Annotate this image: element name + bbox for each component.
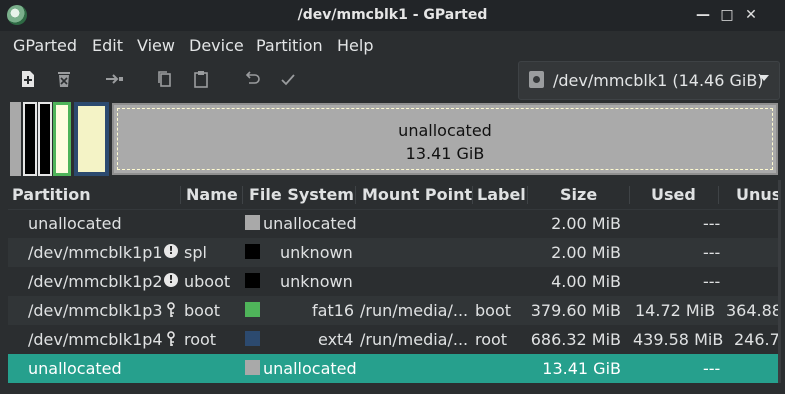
warning-icon: !: [164, 244, 178, 258]
label-cell: root: [475, 330, 508, 349]
window-title: /dev/mmcblk1 - GParted: [297, 7, 488, 23]
name-cell: root: [184, 330, 217, 349]
col-file-system[interactable]: File System: [249, 185, 354, 204]
partition-map: unallocated 13.41 GiB: [8, 102, 778, 176]
partition-cell: /dev/mmcblk1p4: [28, 330, 163, 349]
title-bar: /dev/mmcblk1 - GParted — □ ✕: [0, 0, 785, 31]
mount-cell: /run/media/...: [360, 301, 469, 320]
partition-cell: unallocated: [28, 359, 122, 378]
name-cell: boot: [184, 301, 221, 320]
partition-table-header: Partition Name File System Mount Point L…: [8, 180, 781, 210]
map-unallocated-size: 13.41 GiB: [405, 144, 485, 163]
fs-color-swatch: [245, 215, 260, 230]
partition-cell: /dev/mmcblk1p2: [28, 272, 163, 291]
name-cell: uboot: [184, 272, 231, 291]
table-row[interactable]: /dev/mmcblk1p4 root ext4 /run/media/... …: [8, 325, 778, 354]
close-button[interactable]: ✕: [741, 5, 761, 25]
menu-view[interactable]: View: [137, 36, 175, 55]
maximize-button[interactable]: □: [717, 5, 737, 25]
used-cell: ---: [703, 272, 721, 291]
name-cell: spl: [184, 243, 207, 262]
undo-icon[interactable]: [241, 68, 263, 90]
size-cell: 379.60 MiB: [530, 301, 621, 320]
used-cell: ---: [703, 359, 721, 378]
menu-partition[interactable]: Partition: [256, 36, 323, 55]
partition-cell: /dev/mmcblk1p1: [28, 243, 163, 262]
fs-color-swatch: [245, 273, 260, 288]
used-cell: ---: [703, 214, 721, 233]
size-cell: 2.00 MiB: [551, 214, 621, 233]
fs-cell: ext4: [318, 330, 354, 349]
size-cell: 13.41 GiB: [542, 359, 621, 378]
fs-cell: unallocated: [263, 359, 357, 378]
fs-cell: unallocated: [263, 214, 357, 233]
size-cell: 4.00 MiB: [551, 272, 621, 291]
menu-device[interactable]: Device: [189, 36, 244, 55]
menu-bar: GParted Edit View Device Partition Help: [0, 31, 785, 60]
col-used[interactable]: Used: [651, 185, 696, 204]
map-segment-p1[interactable]: [23, 102, 37, 176]
label-cell: boot: [475, 301, 512, 320]
fs-color-swatch: [245, 302, 260, 317]
menu-help[interactable]: Help: [337, 36, 373, 55]
map-segment-unallocated-start[interactable]: [10, 102, 21, 176]
disk-icon: [529, 71, 544, 88]
device-selector-label: /dev/mmcblk1 (14.46 GiB): [553, 71, 764, 90]
unused-cell: 364.88: [726, 301, 778, 320]
vertical-scrollbar[interactable]: [778, 180, 781, 383]
table-row[interactable]: /dev/mmcblk1p2 ! uboot unknown 4.00 MiB …: [8, 267, 778, 296]
menu-gparted[interactable]: GParted: [13, 36, 77, 55]
partition-table: unallocated unallocated 2.00 MiB --- /de…: [8, 209, 778, 383]
table-row-selected[interactable]: unallocated unallocated 13.41 GiB ---: [8, 354, 778, 383]
resize-move-icon[interactable]: [104, 68, 126, 90]
menu-edit[interactable]: Edit: [92, 36, 123, 55]
partition-cell: /dev/mmcblk1p3: [28, 301, 163, 320]
device-selector[interactable]: /dev/mmcblk1 (14.46 GiB): [518, 61, 780, 100]
fs-cell: unknown: [280, 243, 353, 262]
fs-color-swatch: [245, 360, 260, 375]
col-label[interactable]: Label: [477, 185, 526, 204]
col-unused[interactable]: Unus: [736, 185, 781, 204]
unused-cell: 246.75: [734, 330, 778, 349]
col-partition[interactable]: Partition: [12, 185, 91, 204]
col-name[interactable]: Name: [186, 185, 238, 204]
key-icon: [166, 331, 176, 347]
used-cell: ---: [703, 243, 721, 262]
table-row[interactable]: /dev/mmcblk1p3 boot fat16 /run/media/...…: [8, 296, 778, 325]
fs-color-swatch: [245, 331, 260, 346]
map-segment-unallocated[interactable]: unallocated 13.41 GiB: [112, 103, 778, 175]
table-row[interactable]: /dev/mmcblk1p1 ! spl unknown 2.00 MiB --…: [8, 238, 778, 267]
col-mount-point[interactable]: Mount Point: [362, 185, 472, 204]
new-partition-icon[interactable]: [17, 68, 39, 90]
table-row[interactable]: unallocated unallocated 2.00 MiB ---: [8, 209, 778, 238]
fs-color-swatch: [245, 244, 260, 259]
partition-cell: unallocated: [28, 214, 122, 233]
fs-cell: fat16: [312, 301, 355, 320]
apply-icon[interactable]: [277, 68, 299, 90]
warning-icon: !: [164, 273, 178, 287]
key-icon: [166, 302, 176, 318]
col-size[interactable]: Size: [560, 185, 597, 204]
size-cell: 2.00 MiB: [551, 243, 621, 262]
map-unallocated-label: unallocated: [398, 121, 492, 140]
minimize-button[interactable]: —: [693, 5, 713, 25]
mount-cell: /run/media/...: [360, 330, 469, 349]
size-cell: 686.32 MiB: [530, 330, 621, 349]
map-segment-p2[interactable]: [38, 102, 52, 176]
chevron-down-icon: [759, 75, 769, 81]
map-segment-p3[interactable]: [53, 102, 71, 176]
used-cell: 439.58 MiB: [633, 330, 724, 349]
fs-cell: unknown: [280, 272, 353, 291]
copy-icon[interactable]: [154, 68, 176, 90]
used-cell: 14.72 MiB: [635, 301, 716, 320]
map-segment-p4[interactable]: [74, 102, 109, 176]
delete-partition-icon[interactable]: [53, 68, 75, 90]
paste-icon[interactable]: [190, 68, 212, 90]
